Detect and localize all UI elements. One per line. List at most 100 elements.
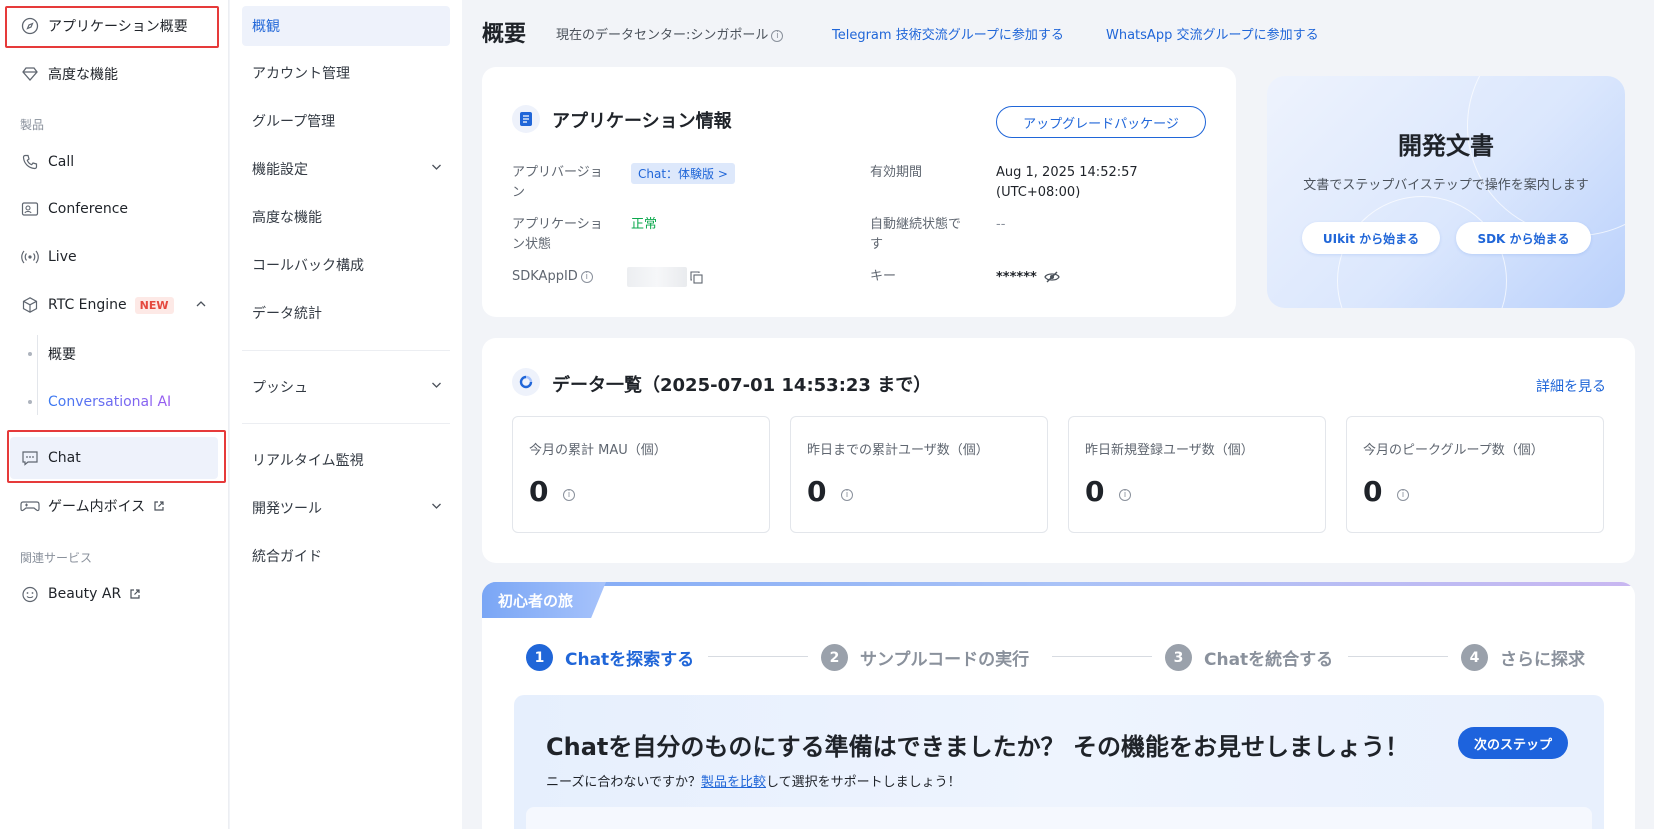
- info-icon[interactable]: i: [580, 270, 593, 283]
- step-number: 4: [1461, 644, 1488, 671]
- subnav-item-devtools[interactable]: 開発ツール: [242, 488, 450, 528]
- start-sdk-button[interactable]: SDK から始まる: [1456, 222, 1591, 254]
- subnav-item-group[interactable]: グループ管理: [242, 101, 450, 141]
- sdkappid-label-text: SDKAppID: [512, 269, 578, 284]
- subnav-item-label: リアルタイム監視: [252, 453, 364, 469]
- stat-card-mau: 今月の累計 MAU（個） 0 i: [512, 416, 770, 533]
- step-integrate[interactable]: 3 Chatを統合する: [1165, 644, 1333, 671]
- sidebar-subitem-label: 概要: [48, 347, 76, 363]
- subnav-item-advanced[interactable]: 高度な機能: [242, 197, 450, 237]
- info-icon[interactable]: i: [563, 489, 575, 501]
- subnav-item-label: 概観: [252, 19, 280, 35]
- sidebar-item-label: アプリケーション概要: [48, 19, 188, 35]
- data-overview-title: データ一覧（2025-07-01 14:53:23 まで）: [552, 375, 932, 396]
- sidebar-item-label: Chat: [48, 450, 81, 466]
- banner-sub-suffix: して選択をサポートしましょう！: [765, 775, 961, 790]
- step-explore-more[interactable]: 4 さらに探求: [1461, 644, 1585, 671]
- app-info-title: アプリケーション情報: [552, 111, 732, 132]
- sidebar-item-rtc-engine[interactable]: RTC Engine NEW: [10, 284, 218, 326]
- sidebar-subitem-conversational-ai[interactable]: Conversational AI: [26, 387, 171, 417]
- stat-card-new-users: 昨日新規登録ユーザ数（個） 0 i: [1068, 416, 1326, 533]
- external-link-icon: [154, 501, 164, 511]
- conference-icon: [20, 199, 40, 219]
- autorenew-value: --: [996, 217, 1006, 232]
- beginner-journey-card: 初心者の旅 1 Chatを探索する 2 サンプルコードの実行 3 Chatを統合…: [482, 582, 1635, 829]
- step-label: Chatを統合する: [1204, 650, 1334, 670]
- subnav-item-label: 統合ガイド: [252, 549, 322, 565]
- subnav-item-label: データ統計: [252, 306, 322, 322]
- step-label: さらに探求: [1500, 650, 1585, 670]
- subnav-item-label: 開発ツール: [252, 501, 322, 517]
- info-icon[interactable]: i: [841, 489, 853, 501]
- stat-label: 昨日新規登録ユーザ数（個）: [1085, 443, 1254, 458]
- cube-icon: [20, 295, 40, 315]
- stat-value: 0: [1085, 475, 1105, 508]
- secondary-sidebar: 概観 アカウント管理 グループ管理 機能設定 高度な機能 コールバック構成 デー…: [230, 0, 462, 829]
- subnav-item-realtime[interactable]: リアルタイム監視: [242, 440, 450, 480]
- sidebar-item-beauty-ar[interactable]: Beauty AR: [10, 573, 218, 615]
- sidebar-item-label: Live: [48, 249, 77, 265]
- stat-label: 今月の累計 MAU（個）: [529, 443, 667, 458]
- bullet-dot: [28, 400, 32, 404]
- step-label: サンプルコードの実行: [860, 650, 1030, 670]
- step-connector: [708, 656, 808, 657]
- sidebar-item-call[interactable]: Call: [10, 141, 218, 183]
- start-uikit-button[interactable]: UIkit から始まる: [1302, 222, 1440, 254]
- subnav-item-label: 高度な機能: [252, 210, 322, 226]
- stat-card-total-users: 昨日までの累計ユーザ数（個） 0 i: [790, 416, 1048, 533]
- chevron-down-icon: [432, 382, 441, 388]
- subnav-item-overview[interactable]: 概観: [242, 6, 450, 46]
- page-title: 概要: [482, 22, 527, 47]
- subnav-item-statistics[interactable]: データ統計: [242, 293, 450, 333]
- subnav-item-push[interactable]: プッシュ: [242, 367, 450, 407]
- stat-label: 今月のピークグループ数（個）: [1363, 443, 1544, 458]
- view-details-link[interactable]: 詳細を見る: [1536, 376, 1606, 396]
- sidebar-item-conference[interactable]: Conference: [10, 188, 218, 230]
- document-icon: [512, 105, 540, 133]
- sidebar-item-game-voice[interactable]: ゲーム内ボイス: [10, 485, 218, 527]
- primary-sidebar: アプリケーション概要 高度な機能 製品 Call Conference Live…: [0, 0, 229, 829]
- sdkappid-masked-value: [627, 267, 687, 287]
- sidebar-item-app-overview[interactable]: アプリケーション概要: [10, 5, 218, 47]
- stat-value: 0: [529, 475, 549, 508]
- subnav-item-callback[interactable]: コールバック構成: [242, 245, 450, 285]
- step-run-sample[interactable]: 2 サンプルコードの実行: [821, 644, 1029, 671]
- info-icon[interactable]: i: [771, 29, 784, 42]
- whatsapp-link[interactable]: WhatsApp 交流グループに参加する: [1106, 24, 1319, 43]
- expiry-value-tz: (UTC+08:00): [996, 185, 1081, 200]
- step-label: Chatを探索する: [565, 650, 695, 670]
- section-label-related: 関連サービス: [20, 551, 93, 565]
- next-step-button[interactable]: 次のステップ: [1458, 727, 1568, 759]
- version-tag[interactable]: Chat：体験版 >: [631, 163, 735, 184]
- refresh-chart-icon: [512, 368, 540, 396]
- telegram-link[interactable]: Telegram 技術交流グループに参加する: [832, 24, 1064, 43]
- info-icon[interactable]: i: [1119, 489, 1131, 501]
- status-value: 正常: [631, 217, 658, 232]
- subnav-item-guide[interactable]: 統合ガイド: [242, 536, 450, 576]
- bullet-dot: [28, 352, 32, 356]
- subnav-item-feature-settings[interactable]: 機能設定: [242, 149, 450, 189]
- sidebar-item-live[interactable]: Live: [10, 236, 218, 278]
- divider: [242, 350, 450, 351]
- docs-title: 開発文書: [1398, 132, 1494, 160]
- sidebar-item-advanced[interactable]: 高度な機能: [10, 53, 218, 95]
- sdkappid-label: SDKAppID i: [512, 267, 593, 287]
- stat-card-peak-groups: 今月のピークグループ数（個） 0 i: [1346, 416, 1604, 533]
- divider: [242, 423, 450, 424]
- copy-icon[interactable]: [690, 271, 703, 284]
- compare-products-link[interactable]: 製品を比較: [701, 775, 766, 790]
- subnav-item-account[interactable]: アカウント管理: [242, 53, 450, 93]
- sidebar-item-chat[interactable]: Chat: [10, 437, 218, 479]
- upgrade-package-button[interactable]: アップグレードパッケージ: [996, 106, 1206, 138]
- eye-off-icon[interactable]: [1044, 270, 1060, 284]
- status-label: アプリケーション状態: [512, 217, 603, 252]
- sidebar-item-label: Beauty AR: [48, 586, 122, 602]
- info-icon[interactable]: i: [1397, 489, 1409, 501]
- step-explore[interactable]: 1 Chatを探索する: [526, 644, 694, 671]
- smile-icon: [20, 584, 40, 604]
- subnav-item-label: グループ管理: [252, 114, 336, 130]
- sidebar-subitem-overview[interactable]: 概要: [26, 339, 76, 369]
- key-value: ******: [996, 270, 1037, 285]
- phone-icon: [20, 152, 40, 172]
- sidebar-item-label: 高度な機能: [48, 67, 118, 83]
